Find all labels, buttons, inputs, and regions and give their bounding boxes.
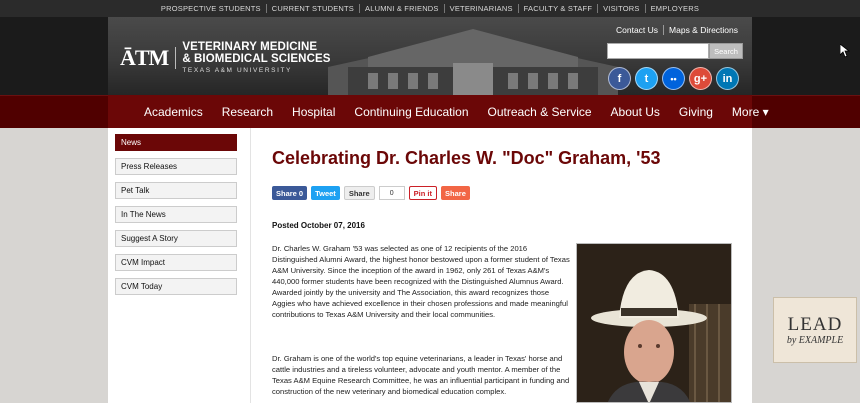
facebook-share-button[interactable]: Share 0 xyxy=(272,186,308,200)
contact-us-link[interactable]: Contact Us xyxy=(611,25,665,35)
building-photo xyxy=(328,29,618,95)
search-form: Search xyxy=(607,43,743,59)
search-button[interactable]: Search xyxy=(709,43,743,59)
header-links: Contact Us Maps & Directions xyxy=(611,25,738,35)
flickr-icon[interactable]: •• xyxy=(662,67,685,90)
lead-badge-top: LEAD xyxy=(787,313,843,335)
topbar-link-alumni-friends[interactable]: ALUMNI & FRIENDS xyxy=(360,4,445,13)
nav-more[interactable]: More ▾ xyxy=(732,105,769,119)
topbar-link-veterinarians[interactable]: VETERINARIANS xyxy=(445,4,519,13)
sidebar-item-suggest-a-story[interactable]: Suggest A Story xyxy=(115,230,237,247)
lead-by-example-badge[interactable]: LEAD by EXAMPLE xyxy=(773,297,857,363)
social-icons: f t •• g+ in xyxy=(608,67,739,90)
lead-badge-bottom: by EXAMPLE xyxy=(786,334,844,346)
nav-hospital[interactable]: Hospital xyxy=(292,105,335,119)
logo-text: VETERINARY MEDICINE & BIOMEDICAL SCIENCE… xyxy=(182,41,330,74)
portrait-photo xyxy=(576,243,732,403)
logo-line-1: VETERINARY MEDICINE xyxy=(182,41,318,53)
sidebar-item-press-releases[interactable]: Press Releases xyxy=(115,158,237,175)
sidebar-item-news[interactable]: News xyxy=(115,134,237,151)
sidebar-item-in-the-news[interactable]: In The News xyxy=(115,206,237,223)
top-utility-bar: PROSPECTIVE STUDENTS CURRENT STUDENTS AL… xyxy=(0,0,860,17)
tweet-button[interactable]: Tweet xyxy=(311,186,340,200)
twitter-icon[interactable]: t xyxy=(635,67,658,90)
main-nav: Academics Research Hospital Continuing E… xyxy=(108,95,769,128)
nav-research[interactable]: Research xyxy=(222,105,273,119)
sidebar-item-cvm-today[interactable]: CVM Today xyxy=(115,278,237,295)
article-title: Celebrating Dr. Charles W. "Doc" Graham,… xyxy=(272,148,661,168)
sidebar-item-pet-talk[interactable]: Pet Talk xyxy=(115,182,237,199)
linkedin-icon[interactable]: in xyxy=(716,67,739,90)
nav-about-us[interactable]: About Us xyxy=(611,105,660,119)
pinterest-button[interactable]: Pin it xyxy=(408,186,438,200)
posted-date: Posted October 07, 2016 xyxy=(272,221,365,230)
article-paragraph-1: Dr. Charles W. Graham '53 was selected a… xyxy=(272,244,570,319)
topbar-link-faculty-staff[interactable]: FACULTY & STAFF xyxy=(519,4,599,13)
share-bar: Share 0 Tweet Share 0 Pin it Share xyxy=(272,186,470,200)
topbar-link-current-students[interactable]: CURRENT STUDENTS xyxy=(267,4,360,13)
college-logo[interactable]: ĀTM VETERINARY MEDICINE & BIOMEDICAL SCI… xyxy=(120,41,331,74)
mouse-cursor-icon xyxy=(840,44,850,58)
facebook-icon[interactable]: f xyxy=(608,67,631,90)
share-button[interactable]: Share xyxy=(441,186,470,200)
sidebar-divider xyxy=(250,128,251,403)
topbar-link-employers[interactable]: EMPLOYERS xyxy=(646,4,704,13)
nav-academics[interactable]: Academics xyxy=(144,105,203,119)
logo-line-2: & BIOMEDICAL SCIENCES xyxy=(182,53,331,65)
nav-giving[interactable]: Giving xyxy=(679,105,713,119)
linkedin-share-button[interactable]: Share xyxy=(343,186,375,200)
article-paragraph-2: Dr. Graham is one of the world's top equ… xyxy=(272,354,570,396)
topbar-link-visitors[interactable]: VISITORS xyxy=(598,4,646,13)
google-plus-icon[interactable]: g+ xyxy=(689,67,712,90)
topbar-link-prospective-students[interactable]: PROSPECTIVE STUDENTS xyxy=(156,4,267,13)
nav-continuing-education[interactable]: Continuing Education xyxy=(354,105,468,119)
tamu-logo-mark: ĀTM xyxy=(120,46,177,69)
sidebar: News Press Releases Pet Talk In The News… xyxy=(115,134,237,302)
logo-line-3: TEXAS A&M UNIVERSITY xyxy=(182,67,292,74)
sidebar-item-cvm-impact[interactable]: CVM Impact xyxy=(115,254,237,271)
linkedin-share-count: 0 xyxy=(378,186,405,200)
search-input[interactable] xyxy=(607,43,709,59)
nav-outreach-service[interactable]: Outreach & Service xyxy=(488,105,592,119)
maps-directions-link[interactable]: Maps & Directions xyxy=(664,25,738,35)
